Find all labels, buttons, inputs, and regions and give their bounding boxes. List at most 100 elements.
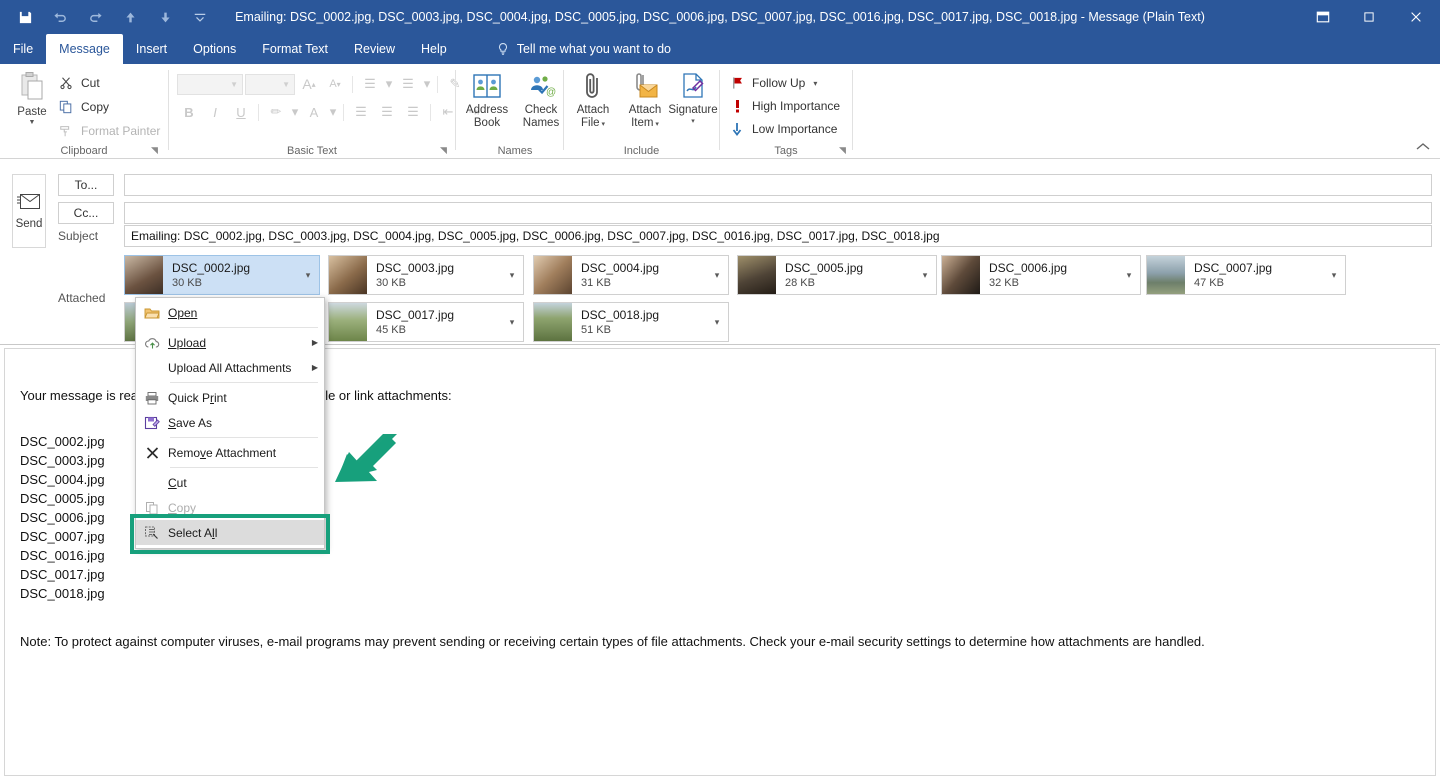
copy-button[interactable]: Copy — [56, 96, 109, 118]
arrow-annotation — [325, 432, 405, 492]
undo-icon[interactable] — [49, 6, 71, 28]
to-input[interactable] — [124, 174, 1432, 196]
attachment-tile-dsc0003[interactable]: DSC_0003.jpg 30 KB ▾ — [328, 255, 524, 295]
select-all-icon — [136, 526, 168, 540]
chevron-down-icon[interactable]: ▾ — [1118, 270, 1140, 281]
chevron-down-icon[interactable]: ▾ — [706, 270, 728, 281]
align-right-button[interactable]: ☰ — [401, 100, 425, 124]
attachment-tile-dsc0006[interactable]: DSC_0006.jpg 32 KB ▾ — [941, 255, 1141, 295]
align-left-button[interactable]: ☰ — [349, 100, 373, 124]
tab-file[interactable]: File — [0, 34, 46, 64]
attach-item-button[interactable]: Attach Item ▾ — [618, 68, 672, 142]
attach-item-label-line2: Item — [631, 117, 654, 129]
attachment-tile-dsc0018[interactable]: DSC_0018.jpg 51 KB ▾ — [533, 302, 729, 342]
low-importance-button[interactable]: Low Importance — [730, 118, 837, 140]
collapse-ribbon-icon[interactable] — [1416, 141, 1430, 155]
check-names-button[interactable]: @ Check Names — [514, 68, 568, 142]
tab-format-text[interactable]: Format Text — [249, 34, 341, 64]
ribbon-group-clipboard: Paste ▼ Cut Copy Format Painter Clipboar… — [0, 64, 168, 159]
address-book-icon — [472, 68, 502, 101]
tab-review[interactable]: Review — [341, 34, 408, 64]
context-menu-item-save-as[interactable]: Save As — [136, 410, 324, 435]
attachment-tile-dsc0002[interactable]: DSC_0002.jpg 30 KB ▾ — [124, 255, 320, 295]
font-name-combo[interactable]: ▼ — [177, 73, 243, 95]
bullets-chevron-icon[interactable]: ▾ — [384, 72, 394, 96]
tab-insert[interactable]: Insert — [123, 34, 180, 64]
tab-message[interactable]: Message — [46, 34, 123, 64]
tab-options[interactable]: Options — [180, 34, 249, 64]
ribbon-group-tags: Follow Up ▾ High Importance Low Importan… — [720, 64, 852, 159]
attachment-tile-dsc0005[interactable]: DSC_0005.jpg 28 KB ▾ — [737, 255, 937, 295]
attach-file-label-line1: Attach — [576, 104, 610, 116]
ribbon-display-options-icon[interactable] — [1300, 0, 1346, 34]
redo-icon[interactable] — [84, 6, 106, 28]
paperclip-icon — [580, 68, 606, 101]
subject-input[interactable]: Emailing: DSC_0002.jpg, DSC_0003.jpg, DS… — [124, 225, 1432, 247]
attachment-tile-dsc0017[interactable]: DSC_0017.jpg 45 KB ▾ — [328, 302, 524, 342]
context-menu-item-upload-all-attachments[interactable]: Upload All Attachments ▶ — [136, 355, 324, 380]
attachment-tile-dsc0004[interactable]: DSC_0004.jpg 31 KB ▾ — [533, 255, 729, 295]
high-importance-button[interactable]: High Importance — [730, 95, 840, 117]
chevron-down-icon[interactable]: ▾ — [501, 317, 523, 328]
shrink-font-button[interactable]: A ▾ — [323, 72, 347, 96]
attachment-name: DSC_0003.jpg — [376, 260, 455, 275]
basic-text-dialog-launcher[interactable]: ◥ — [438, 145, 449, 156]
cut-button[interactable]: Cut — [56, 72, 100, 94]
send-button[interactable]: Send — [12, 174, 46, 248]
paste-icon — [18, 71, 46, 103]
body-file-item: DSC_0007.jpg — [20, 529, 105, 544]
customize-quick-access-icon[interactable] — [189, 6, 211, 28]
chevron-down-icon[interactable]: ▾ — [813, 79, 817, 88]
chevron-down-icon[interactable]: ▾ — [501, 270, 523, 281]
paste-label: Paste — [17, 106, 47, 118]
chevron-down-icon[interactable]: ▾ — [706, 317, 728, 328]
font-size-combo[interactable]: ▼ — [245, 73, 295, 95]
basic-text-group-label: Basic Text — [287, 145, 337, 157]
context-menu-item-upload[interactable]: Upload ▶ — [136, 330, 324, 355]
chevron-down-icon[interactable]: ▾ — [297, 270, 319, 281]
underline-button[interactable]: U — [229, 100, 253, 124]
numbering-chevron-icon[interactable]: ▾ — [422, 72, 432, 96]
clipboard-dialog-launcher[interactable]: ◥ — [149, 145, 160, 156]
tell-me-search[interactable]: Tell me what you want to do — [486, 34, 681, 64]
save-icon[interactable] — [14, 6, 36, 28]
signature-button[interactable]: Signature ▾ — [668, 68, 718, 142]
font-color-button[interactable]: A — [302, 100, 326, 124]
attach-file-button[interactable]: Attach File ▾ — [566, 68, 620, 142]
grow-font-button[interactable]: A ▴ — [297, 72, 321, 96]
context-menu-item-remove-attachment[interactable]: Remove Attachment — [136, 440, 324, 465]
address-book-label-line2: Book — [473, 117, 501, 129]
to-button[interactable]: To... — [58, 174, 114, 196]
context-menu-item-quick-print[interactable]: Quick Print — [136, 385, 324, 410]
next-item-icon[interactable] — [154, 6, 176, 28]
cc-button[interactable]: Cc... — [58, 202, 114, 224]
context-menu-item-open[interactable]: Open — [136, 300, 324, 325]
numbering-button[interactable]: ☰ — [396, 72, 420, 96]
previous-item-icon[interactable] — [119, 6, 141, 28]
tags-dialog-launcher[interactable]: ◥ — [837, 145, 848, 156]
flag-icon — [730, 76, 744, 90]
close-icon[interactable] — [1392, 0, 1440, 34]
tab-help[interactable]: Help — [408, 34, 460, 64]
cc-input[interactable] — [124, 202, 1432, 224]
chevron-down-icon[interactable]: ▾ — [1323, 270, 1345, 281]
context-menu-item-select-all[interactable]: Select All — [136, 520, 324, 545]
maximize-icon[interactable] — [1346, 0, 1392, 34]
context-menu-item-cut[interactable]: Cut — [136, 470, 324, 495]
ribbon-group-include: Attach File ▾ Attach Item ▾ Signature ▾ … — [564, 64, 719, 159]
align-center-button[interactable]: ☰ — [375, 100, 399, 124]
send-label: Send — [15, 218, 43, 230]
bold-button[interactable]: B — [177, 100, 201, 124]
font-color-chevron-icon[interactable]: ▾ — [328, 100, 338, 124]
address-book-button[interactable]: Address Book — [460, 68, 514, 142]
text-highlight-button[interactable]: ✏ — [264, 100, 288, 124]
paste-button[interactable]: Paste ▼ — [10, 69, 54, 141]
follow-up-button[interactable]: Follow Up ▾ — [730, 72, 817, 94]
chevron-down-icon[interactable]: ▾ — [914, 270, 936, 281]
italic-button[interactable]: I — [203, 100, 227, 124]
highlight-chevron-icon[interactable]: ▾ — [290, 100, 300, 124]
bullets-button[interactable]: ☰ — [358, 72, 382, 96]
remove-x-icon — [136, 446, 168, 460]
attachment-size: 47 KB — [1194, 276, 1224, 289]
attachment-tile-dsc0007[interactable]: DSC_0007.jpg 47 KB ▾ — [1146, 255, 1346, 295]
